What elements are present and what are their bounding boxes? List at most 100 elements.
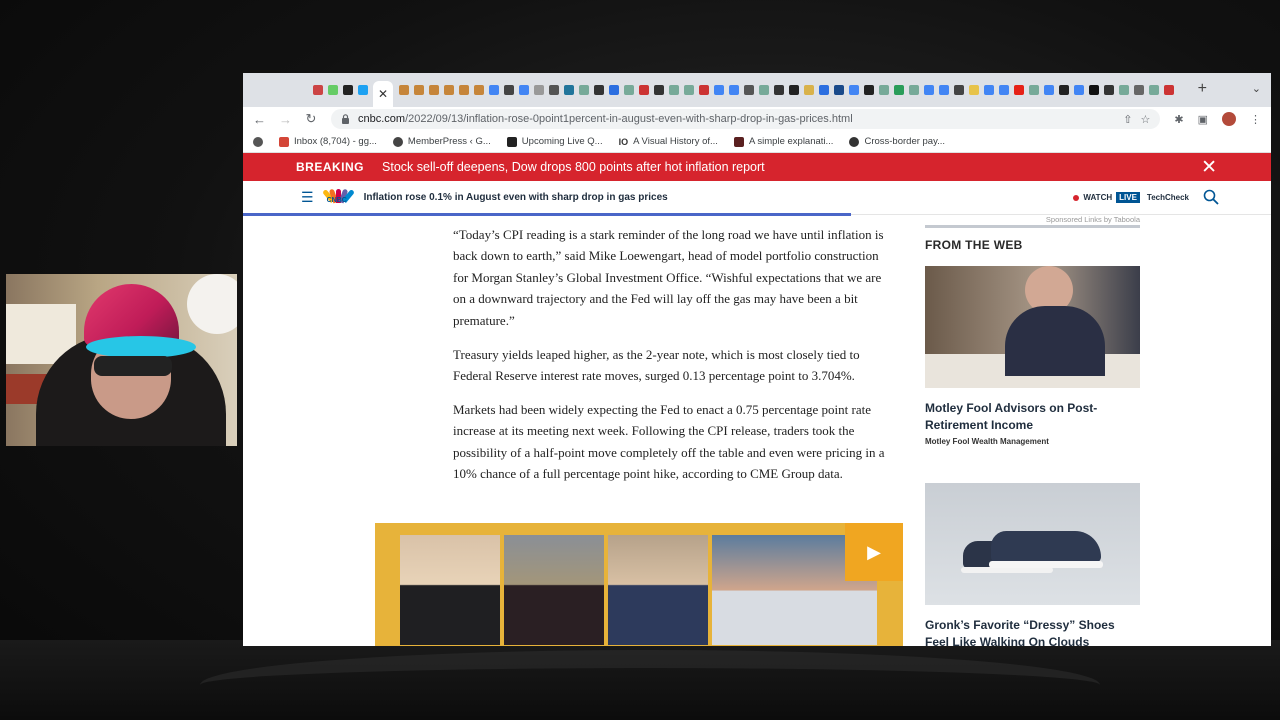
tab-favicon[interactable] — [924, 85, 934, 95]
tab-favicon[interactable] — [909, 85, 919, 95]
lock-icon — [342, 114, 349, 124]
ad-source[interactable]: Motley Fool Wealth Management — [925, 437, 1140, 446]
tab-favicon[interactable] — [894, 85, 904, 95]
tab-favicon[interactable] — [474, 85, 484, 95]
back-button[interactable]: ← — [253, 112, 266, 127]
tab-favicon[interactable] — [759, 85, 769, 95]
tab-favicon[interactable] — [819, 85, 829, 95]
tab-favicon[interactable] — [999, 85, 1009, 95]
crossborder-icon — [849, 136, 860, 147]
side-panel-icon[interactable]: ▣ — [1198, 113, 1208, 126]
tab-favicon[interactable] — [399, 85, 409, 95]
tab-favicon[interactable] — [519, 85, 529, 95]
tab-favicon[interactable] — [1149, 85, 1159, 95]
tab-favicon[interactable] — [774, 85, 784, 95]
bookmark-star-icon[interactable]: ☆ — [1141, 113, 1151, 126]
tab-favicon[interactable] — [849, 85, 859, 95]
tab-favicon[interactable] — [358, 85, 368, 95]
tab-search-icon[interactable]: ⌄ — [1252, 82, 1261, 95]
watch-live-button[interactable]: WATCH LIVE TechCheck — [1073, 192, 1189, 203]
tab-favicon[interactable] — [1164, 85, 1174, 95]
bookmark-label: MemberPress ‹ G... — [407, 136, 491, 147]
tab-favicon[interactable] — [579, 85, 589, 95]
tab-favicon[interactable] — [444, 85, 454, 95]
tab-favicon[interactable] — [789, 85, 799, 95]
tab-favicon[interactable] — [459, 85, 469, 95]
bookmark-item[interactable]: Inbox (8,704) - gg... — [279, 136, 377, 147]
tab-favicon[interactable] — [954, 85, 964, 95]
tab-favicon[interactable] — [429, 85, 439, 95]
tab-favicon[interactable] — [1014, 85, 1024, 95]
extensions-icon[interactable]: ✱ — [1174, 113, 1183, 126]
tab-favicon[interactable] — [639, 85, 649, 95]
tab-favicon[interactable] — [1044, 85, 1054, 95]
tab-favicon[interactable] — [1089, 85, 1099, 95]
tab-favicon[interactable] — [804, 85, 814, 95]
tab-favicon[interactable] — [313, 85, 323, 95]
hamburger-menu-icon[interactable]: ☰ — [301, 189, 314, 206]
tab-favicon[interactable] — [624, 85, 634, 95]
tab-favicon[interactable] — [699, 85, 709, 95]
close-banner-icon[interactable]: ✕ — [1201, 156, 1217, 179]
video-panel-anchor — [400, 535, 500, 645]
tab-favicon[interactable] — [504, 85, 514, 95]
tab-favicon[interactable] — [564, 85, 574, 95]
tab-favicon[interactable] — [969, 85, 979, 95]
tab-favicon[interactable] — [984, 85, 994, 95]
play-button[interactable]: ▶ — [845, 523, 903, 581]
tab-favicon[interactable] — [744, 85, 754, 95]
tab-favicon[interactable] — [414, 85, 424, 95]
reload-button[interactable]: ↻ — [305, 111, 317, 127]
tab-favicon[interactable] — [684, 85, 694, 95]
ad-title[interactable]: Gronk’s Favorite “Dressy” Shoes Feel Lik… — [925, 617, 1140, 646]
tab-favicon[interactable] — [654, 85, 664, 95]
tab-favicon[interactable] — [834, 85, 844, 95]
tab-favicon[interactable] — [939, 85, 949, 95]
tab-favicon[interactable] — [1104, 85, 1114, 95]
tab-favicon[interactable] — [328, 85, 338, 95]
cnbc-logo[interactable]: CNBC — [321, 187, 355, 209]
ad-title[interactable]: Motley Fool Advisors on Post-Retirement … — [925, 400, 1140, 433]
tab-favicon[interactable] — [879, 85, 889, 95]
search-icon[interactable] — [1203, 189, 1219, 205]
ad-image-shoe — [991, 531, 1101, 563]
bookmark-item[interactable]: MemberPress ‹ G... — [392, 136, 491, 147]
tab-favicon[interactable] — [729, 85, 739, 95]
tab-favicon[interactable] — [594, 85, 604, 95]
bookmark-item[interactable]: Upcoming Live Q... — [506, 136, 603, 147]
tab-favicon[interactable] — [714, 85, 724, 95]
ad-image-retirement[interactable] — [925, 266, 1140, 388]
ad-image-shoes[interactable] — [925, 483, 1140, 605]
bookmark-item[interactable]: A simple explanati... — [733, 136, 833, 147]
tab-favicon[interactable] — [669, 85, 679, 95]
close-tab-icon[interactable]: ✕ — [378, 87, 388, 101]
tab-favicon[interactable] — [609, 85, 619, 95]
bookmark-item[interactable]: IO A Visual History of... — [619, 136, 718, 147]
tab-favicon[interactable] — [1134, 85, 1144, 95]
tab-favicon[interactable] — [1029, 85, 1039, 95]
tab-favicon[interactable] — [1059, 85, 1069, 95]
breaking-headline[interactable]: Stock sell-off deepens, Dow drops 800 po… — [382, 160, 765, 174]
share-icon[interactable]: ⇧ — [1123, 113, 1132, 126]
forward-button[interactable]: → — [279, 112, 292, 127]
webcam-cap-brim — [86, 336, 196, 358]
tab-favicon[interactable] — [1119, 85, 1129, 95]
breaking-news-banner[interactable]: BREAKING Stock sell-off deepens, Dow dro… — [243, 153, 1271, 181]
bookmark-globe[interactable] — [253, 136, 263, 147]
profile-avatar[interactable] — [1222, 112, 1236, 126]
video-player[interactable]: ▶ — [375, 523, 903, 646]
tab-favicon[interactable] — [534, 85, 544, 95]
webcam-overlay — [6, 274, 237, 446]
tab-favicon[interactable] — [1074, 85, 1084, 95]
sponsored-label[interactable]: Sponsored Links by Taboola — [925, 215, 1140, 224]
tab-active[interactable]: ✕ — [373, 81, 393, 107]
breaking-label: BREAKING — [296, 160, 365, 174]
tab-favicon[interactable] — [489, 85, 499, 95]
more-menu-icon[interactable]: ⋮ — [1250, 113, 1261, 126]
tab-favicon[interactable] — [549, 85, 559, 95]
new-tab-button[interactable]: + — [1198, 80, 1207, 98]
tab-favicon[interactable] — [343, 85, 353, 95]
tab-favicon[interactable] — [864, 85, 874, 95]
bookmark-item[interactable]: Cross-border pay... — [849, 136, 945, 147]
address-bar[interactable]: cnbc.com/2022/09/13/inflation-rose-0poin… — [331, 109, 1161, 129]
